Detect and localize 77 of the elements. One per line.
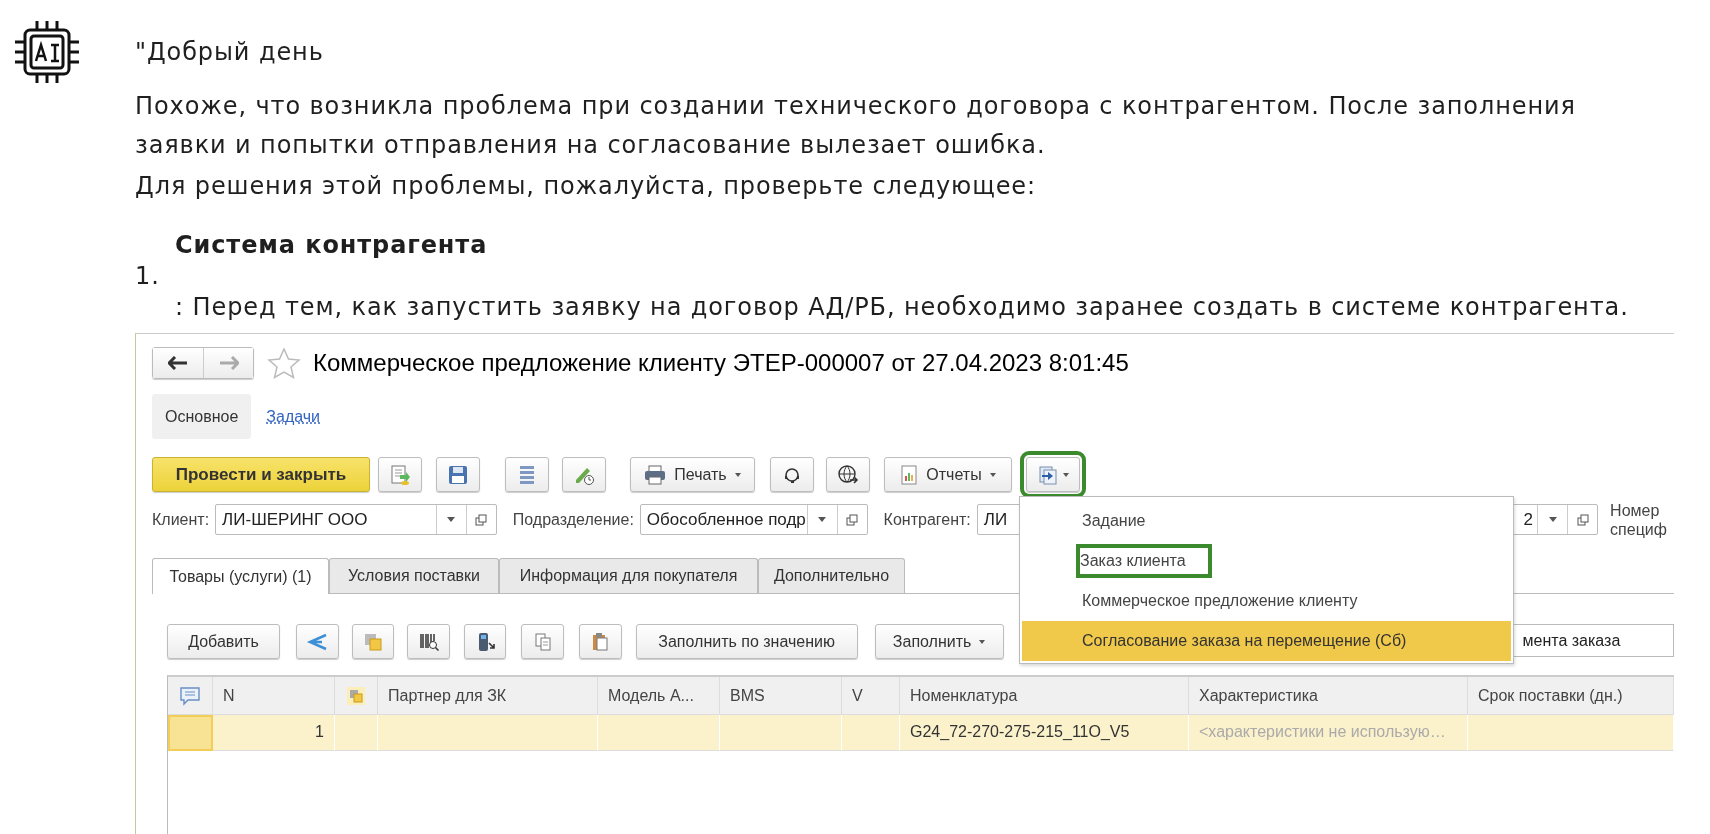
message-paragraph: Для решения этой проблемы, пожалуйста, проверьте следующее:: [135, 171, 1037, 202]
column-header[interactable]: Модель А...: [598, 677, 720, 715]
section-link[interactable]: Задачи: [253, 394, 334, 439]
table-cell: [335, 715, 378, 751]
caret-icon: [1063, 472, 1069, 477]
back-button[interactable]: [153, 348, 203, 378]
paste-button[interactable]: [579, 624, 622, 659]
clipboard-icon: [590, 631, 611, 652]
save-button[interactable]: [436, 457, 480, 492]
tab[interactable]: Дополнительно: [758, 558, 905, 593]
barcode-magnifier-icon: [417, 631, 440, 652]
menu-item[interactable]: Коммерческое предложение клиенту: [1022, 581, 1511, 621]
menu-item[interactable]: Согласование заказа на перемещение (Сб): [1022, 621, 1511, 661]
table-cell: G24_72-270-275-215_11O_V5: [900, 715, 1189, 751]
tab[interactable]: Условия поставки: [329, 558, 499, 593]
column-header[interactable]: Номенклатура: [900, 677, 1189, 715]
structure-button[interactable]: [296, 624, 339, 659]
copy-icon: [532, 631, 553, 652]
table-cell: [842, 715, 900, 751]
scanner-button[interactable]: [463, 624, 507, 659]
greeting-text: "Добрый день: [135, 37, 325, 68]
field-label: Клиент:: [152, 510, 210, 529]
copy-rows-button[interactable]: [351, 624, 395, 659]
right-arrow-icon: [218, 356, 239, 370]
support-button[interactable]: [770, 457, 814, 492]
menu-item[interactable]: Задание: [1022, 501, 1511, 541]
star-icon[interactable]: [267, 347, 301, 379]
column-header[interactable]: BMS: [720, 677, 842, 715]
caret-icon: [734, 472, 741, 477]
field-label: Контрагент:: [883, 510, 971, 529]
document-arrow-icon: [389, 463, 411, 486]
list-number: 1.: [135, 262, 161, 290]
document-title: Коммерческое предложение клиенту ЭТЕР-000007 от 27.04.2023 8:01:45: [313, 349, 1129, 377]
copy-button[interactable]: [521, 624, 565, 659]
list-item-text: : Перед тем, как запустить заявку на договор АД/РБ, необходимо заранее создать в системе контрагента.: [175, 292, 1629, 323]
edit-button[interactable]: [562, 457, 606, 492]
printer-icon: [644, 464, 667, 485]
column-header[interactable]: Срок поставки (дн.): [1468, 677, 1674, 715]
field-label: Подразделение:: [512, 510, 634, 529]
left-arrow-icon: [168, 356, 188, 370]
ai-chip-icon: [13, 19, 81, 85]
table-cell: <характеристики не использую…: [1189, 715, 1468, 751]
column-header[interactable]: N: [213, 677, 335, 715]
column-header[interactable]: Партнер для ЗК: [378, 677, 598, 715]
list-button[interactable]: [505, 457, 549, 492]
branch-arrows-icon: [306, 631, 329, 652]
post-button[interactable]: [378, 457, 422, 492]
tab[interactable]: Товары (услуги) (1): [152, 558, 329, 594]
table-cell: 1: [213, 715, 335, 751]
list-icon: [518, 463, 536, 486]
field-label: Номер специф: [1610, 500, 1668, 539]
column-header[interactable]: [168, 677, 213, 715]
caret-icon: [989, 472, 996, 477]
menu-item[interactable]: Заказ клиента: [1022, 541, 1511, 581]
barcode-search-button[interactable]: [407, 624, 450, 659]
reports-button[interactable]: Отчеты: [884, 457, 1012, 492]
web-button[interactable]: [826, 457, 870, 492]
bar-chart-document-icon: [900, 464, 919, 485]
message-paragraph: Похоже, что возникла проблема при создании технического договора с контрагентом. После заполнения заявки и попытки отправления на согласование вылезает ошибка.: [135, 91, 1577, 161]
comment-icon: [179, 685, 201, 706]
fill-button[interactable]: Заполнить: [874, 624, 1004, 659]
document-arrow-icon: [1037, 464, 1059, 485]
list-item-title: Система контрагента: [175, 230, 489, 261]
section-link[interactable]: Основное: [152, 394, 252, 439]
fill-by-value-button[interactable]: Заполнить по значению: [635, 624, 858, 659]
stacked-squares-icon: [346, 685, 366, 706]
add-button[interactable]: Добавить: [167, 624, 281, 659]
caret-icon: [979, 639, 986, 644]
input-field[interactable]: Обособленное подр: [639, 504, 868, 535]
column-header[interactable]: Характеристика: [1189, 677, 1468, 715]
column-header[interactable]: V: [842, 677, 900, 715]
stacked-squares-icon: [362, 631, 383, 652]
input-field[interactable]: ЛИ-ШЕРИНГ ООО: [215, 504, 497, 535]
column-header[interactable]: [335, 677, 378, 715]
print-button[interactable]: Печать: [630, 457, 755, 492]
post-and-close-button[interactable]: Провести и закрыть: [152, 457, 370, 492]
tab[interactable]: Информация для покупателя: [499, 558, 758, 593]
